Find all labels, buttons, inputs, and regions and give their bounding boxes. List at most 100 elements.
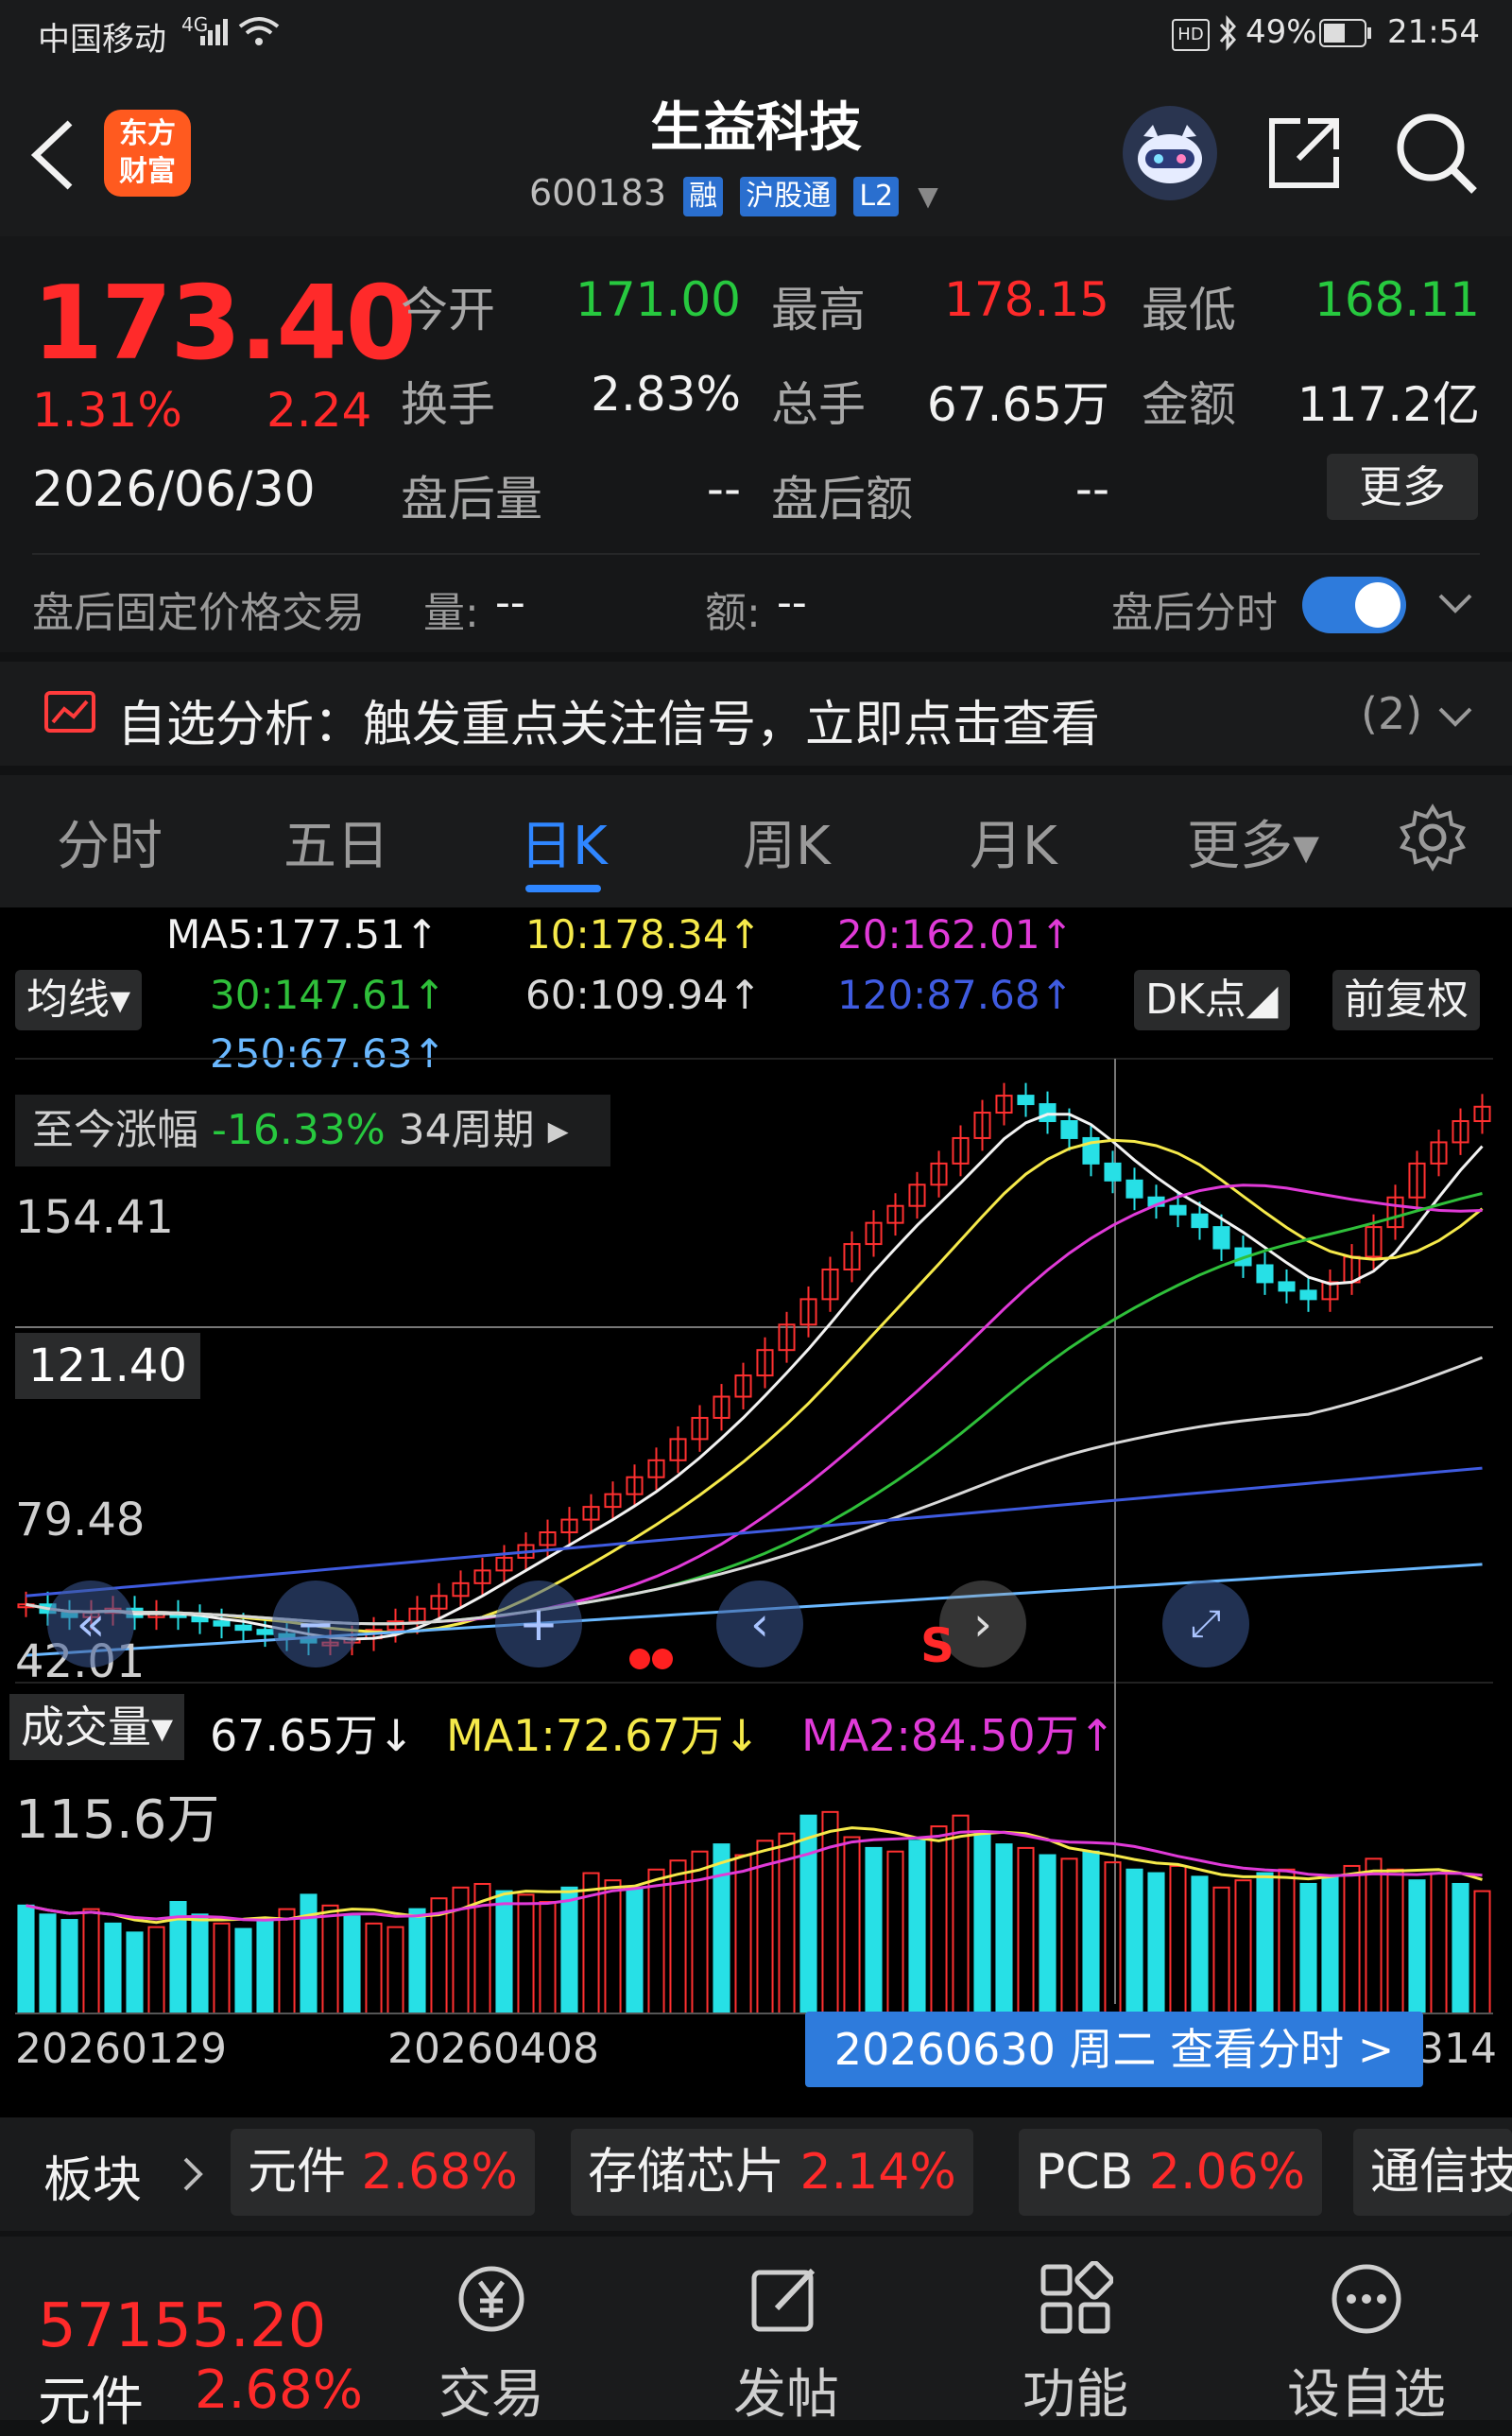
quote-panel: 173.40 1.31% 2.24 2026/06/30 今开 171.00 最… — [0, 236, 1512, 652]
volume-bar — [973, 1832, 991, 2015]
volume-bar — [1278, 1868, 1296, 2014]
sector-chip[interactable]: PCB 2.06% — [1019, 2129, 1323, 2216]
date-axis-label: 20260129 — [15, 2025, 227, 2073]
volume-ma1: MA1:72.67万↓ — [446, 1710, 761, 1761]
nav-add-watchlist[interactable]: 设自选 — [1272, 2352, 1461, 2428]
low-label: 最低 — [1142, 283, 1236, 337]
scroll-left-fast-icon[interactable]: « — [47, 1581, 134, 1667]
volume-bar — [1104, 1861, 1122, 2015]
scroll-left-icon[interactable]: ‹ — [716, 1581, 803, 1667]
selected-date-button[interactable]: 20260630 周二 查看分时 > — [805, 2012, 1423, 2087]
change-amount: 2.24 — [266, 383, 372, 438]
nav-post[interactable]: 发帖 — [692, 2352, 881, 2428]
sector-chip[interactable]: 元件 2.68% — [231, 2129, 535, 2216]
stock-header: 东方 财富 生益科技 600183 融 沪股通 L2 ▼ — [0, 68, 1512, 236]
volume-bar — [539, 1901, 557, 2015]
analysis-banner[interactable]: 自选分析：触发重点关注信号，立即点击查看 (2) — [0, 662, 1512, 766]
period-tabs: 分时 五日 日K 周K 月K 更多▾ — [0, 775, 1512, 907]
chevron-down-icon[interactable] — [1436, 590, 1474, 622]
afterhours-amount-value: -- — [1074, 461, 1109, 516]
afterhours-amt-value: -- — [777, 579, 807, 627]
k-line-chart[interactable] — [0, 907, 1512, 2117]
volume-bar — [734, 1854, 752, 2014]
tab-monthly-k[interactable]: 月K — [970, 803, 1057, 880]
volume-bar — [147, 1926, 165, 2014]
tab-intraday[interactable]: 分时 — [57, 803, 163, 880]
chevron-down-icon[interactable]: ▼ — [918, 181, 938, 212]
share-icon[interactable] — [1266, 115, 1342, 195]
robot-assistant-icon[interactable] — [1121, 104, 1219, 206]
candle — [1125, 1179, 1143, 1199]
signal-dot — [652, 1649, 673, 1669]
afterhours-amount-label: 盘后额 — [771, 472, 913, 527]
chevron-right-icon[interactable] — [181, 2155, 206, 2197]
active-tab-indicator — [525, 885, 601, 892]
last-price: 173.40 — [32, 265, 417, 383]
sector-name: PCB — [1036, 2144, 1134, 2201]
volume-bar — [1147, 1872, 1165, 2014]
volume-bar — [1321, 1875, 1339, 2014]
chevron-down-icon — [1436, 703, 1474, 735]
bluetooth-icon — [1217, 15, 1238, 55]
volume-bar — [626, 1886, 644, 2014]
volume-bar — [126, 1931, 144, 2014]
search-icon[interactable] — [1395, 112, 1480, 200]
volume-bar — [1191, 1875, 1209, 2014]
volume-bar — [843, 1836, 861, 2014]
high-label: 最高 — [771, 283, 866, 337]
volume-ma2: MA2:84.50万↑ — [801, 1710, 1116, 1761]
nav-trade[interactable]: 交易 — [397, 2352, 586, 2428]
stock-code: 600183 — [529, 172, 667, 214]
afterhours-volume-label: 盘后量 — [401, 472, 542, 527]
tab-daily-k[interactable]: 日K — [520, 803, 608, 880]
date-axis-label: 20260408 — [387, 2025, 599, 2073]
total-volume-label: 总手 — [771, 377, 866, 432]
sector-name: 通信技 — [1370, 2144, 1512, 2201]
volume-bar — [821, 1810, 839, 2014]
afterhours-toggle[interactable] — [1302, 577, 1406, 633]
volume-bar — [321, 1904, 339, 2014]
volume-bar — [104, 1922, 122, 2014]
trade-yen-icon[interactable] — [454, 2261, 529, 2341]
volume-bar — [865, 1846, 883, 2015]
candle — [1212, 1226, 1230, 1250]
more-dots-icon[interactable] — [1329, 2261, 1404, 2341]
zoom-out-icon[interactable]: − — [272, 1581, 359, 1667]
post-edit-icon[interactable] — [748, 2261, 824, 2341]
index-value[interactable]: 57155.20 — [38, 2291, 326, 2361]
tab-weekly-k[interactable]: 周K — [743, 803, 831, 880]
sector-bar: 板块 元件 2.68% 存储芯片 2.14% PCB 2.06% 通信技 — [0, 2117, 1512, 2231]
tag-level2: L2 — [853, 177, 900, 216]
volume-max-label: 115.6万 — [15, 1789, 220, 1851]
sector-chip[interactable]: 通信技 — [1353, 2129, 1512, 2216]
zoom-in-icon[interactable]: + — [495, 1581, 582, 1667]
volume-bar — [495, 1890, 513, 2015]
candle — [1256, 1264, 1274, 1284]
gear-icon[interactable] — [1399, 803, 1467, 875]
volume-bar — [60, 1919, 78, 2015]
afterhours-vol-value: -- — [495, 579, 525, 627]
index-name: 元件 — [38, 2372, 144, 2433]
fullscreen-icon[interactable]: ⤢ — [1162, 1581, 1249, 1667]
tab-more[interactable]: 更多▾ — [1187, 803, 1319, 880]
volume-bar — [1169, 1864, 1187, 2014]
nav-functions[interactable]: 功能 — [981, 2352, 1170, 2428]
tab-five-day[interactable]: 五日 — [284, 803, 389, 880]
volume-bar — [908, 1840, 926, 2014]
volume-bar — [930, 1825, 948, 2014]
sector-chip[interactable]: 存储芯片 2.14% — [571, 2129, 973, 2216]
divider — [32, 553, 1480, 555]
bottom-nav: 57155.20 元件 2.68% 交易 发帖 功能 设自选 — [0, 2237, 1512, 2433]
volume-bar — [365, 1922, 383, 2014]
sell-signal-marker: S — [920, 1618, 955, 1673]
clock: 21:54 — [1387, 13, 1480, 51]
volume-indicator-select[interactable]: 成交量▾ — [9, 1694, 185, 1760]
volume-bar — [995, 1843, 1013, 2014]
more-button[interactable]: 更多 — [1327, 454, 1478, 520]
apps-grid-icon[interactable] — [1038, 2260, 1114, 2341]
volume-bar — [343, 1915, 361, 2014]
volume-bar — [713, 1843, 730, 2014]
candle — [256, 1629, 274, 1635]
volume-bar — [256, 1919, 274, 2015]
toggle-knob — [1355, 582, 1400, 628]
